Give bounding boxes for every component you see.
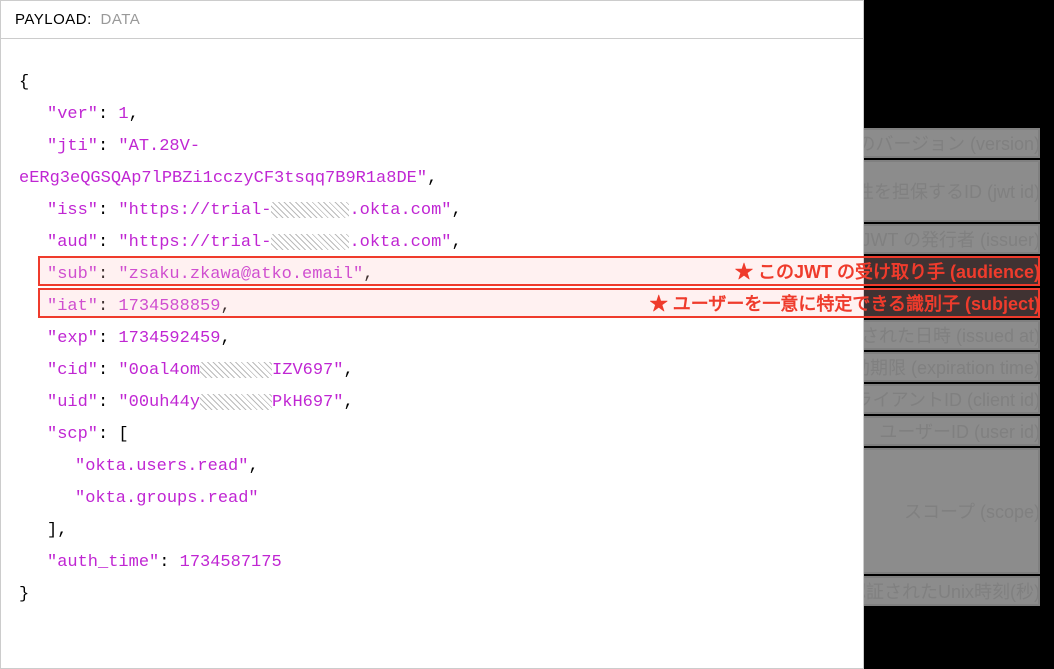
row-scp-close: ], (19, 515, 845, 547)
panel-header: PAYLOAD: DATA (1, 1, 863, 39)
key-authtime: "auth_time" (47, 553, 159, 572)
row-iss: "iss": "https://trial-.okta.com", (19, 195, 845, 227)
val-uid-a: "00uh44y (118, 393, 200, 412)
key-cid: "cid" (47, 361, 98, 380)
anno-label-uid: ユーザーID (user id) (879, 418, 1040, 444)
val-authtime: 1734587175 (180, 553, 282, 572)
redacted-cid (200, 362, 272, 378)
payload-panel: PAYLOAD: DATA { "ver": 1, "jti": "AT.28V… (0, 0, 864, 669)
val-scp-1: "okta.users.read" (75, 457, 248, 476)
val-jti-b: eERg3eQGSQAp7lPBZi1cczyCF3tsqq7B9R1a8DE" (19, 169, 427, 188)
row-sub: "sub": "zsaku.zkawa@atko.email", (19, 259, 845, 291)
key-aud: "aud" (47, 233, 98, 252)
jwt-code-block: { "ver": 1, "jti": "AT.28V- eERg3eQGSQAp… (1, 39, 863, 629)
key-scp: "scp" (47, 425, 98, 444)
row-scp-item2: "okta.groups.read" (19, 483, 845, 515)
row-jti-line1: "jti": "AT.28V- (19, 131, 845, 163)
key-iat: "iat" (47, 297, 98, 316)
val-ver: 1 (118, 105, 128, 124)
val-sub: "zsaku.zkawa@atko.email" (118, 265, 363, 284)
json-open-brace: { (19, 73, 29, 92)
anno-label-cid: クライアントID (client id) (837, 386, 1040, 412)
val-cid-a: "0oal4om (118, 361, 200, 380)
val-iss-a: "https://trial- (118, 201, 271, 220)
val-uid-b: PkH697" (272, 393, 343, 412)
row-uid: "uid": "00uh44yPkH697", (19, 387, 845, 419)
val-aud-b: .okta.com" (349, 233, 451, 252)
row-scp-item1: "okta.users.read", (19, 451, 845, 483)
json-close-brace: } (19, 585, 29, 604)
key-jti: "jti" (47, 137, 98, 156)
redacted-uid (200, 394, 272, 410)
redacted-aud (271, 234, 349, 250)
key-iss: "iss" (47, 201, 98, 220)
row-jti-line2: eERg3eQGSQAp7lPBZi1cczyCF3tsqq7B9R1a8DE"… (19, 163, 845, 195)
row-authtime: "auth_time": 1734587175 (19, 547, 845, 579)
val-iss-b: .okta.com" (349, 201, 451, 220)
key-ver: "ver" (47, 105, 98, 124)
row-ver: "ver": 1, (19, 99, 845, 131)
anno-label-scp: スコープ (scope) (904, 498, 1040, 524)
row-exp: "exp": 1734592459, (19, 323, 845, 355)
payload-label: PAYLOAD: (15, 11, 92, 28)
val-jti-a: "AT.28V- (118, 137, 200, 156)
row-scp-open: "scp": [ (19, 419, 845, 451)
val-exp: 1734592459 (118, 329, 220, 348)
redacted-iss (271, 202, 349, 218)
val-aud-a: "https://trial- (118, 233, 271, 252)
row-aud: "aud": "https://trial-.okta.com", (19, 227, 845, 259)
key-uid: "uid" (47, 393, 98, 412)
anno-label-aud: ★ このJWT の受け取り手 (audience) (735, 258, 1040, 284)
anno-label-sub: ★ ユーザーを一意に特定できる識別子 (subject) (650, 290, 1040, 316)
val-scp-2: "okta.groups.read" (75, 489, 259, 508)
row-cid: "cid": "0oal4omIZV697", (19, 355, 845, 387)
key-sub: "sub" (47, 265, 98, 284)
payload-type: DATA (96, 11, 140, 28)
val-iat: 1734588859 (118, 297, 220, 316)
key-exp: "exp" (47, 329, 98, 348)
val-cid-b: IZV697" (272, 361, 343, 380)
